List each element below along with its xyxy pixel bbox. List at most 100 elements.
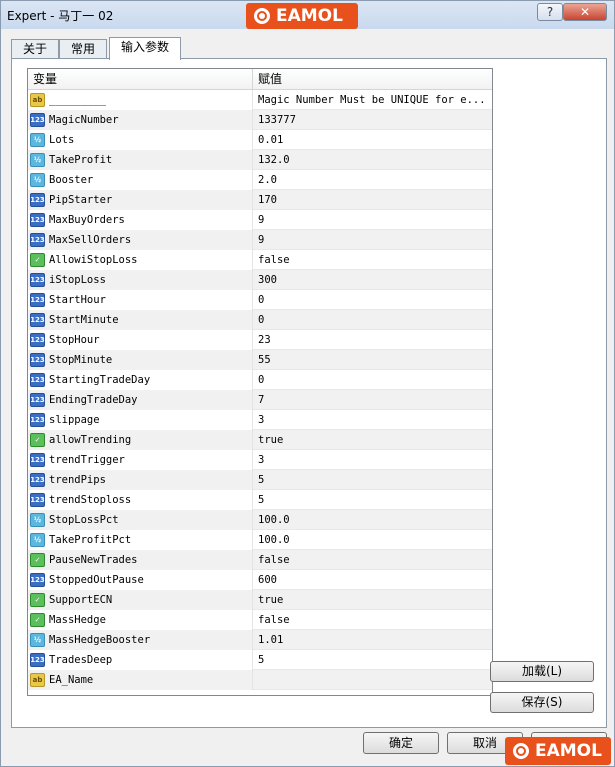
tab-inputs[interactable]: 输入参数 (109, 37, 181, 60)
parameter-value-cell[interactable] (253, 670, 492, 690)
integer-type-icon: 123 (30, 113, 45, 127)
parameter-name: allowTrending (49, 434, 132, 446)
load-button[interactable]: 加载(L) (490, 661, 594, 682)
boolean-type-icon: ✓ (30, 253, 45, 267)
parameter-name-cell: 123 trendStoploss (28, 490, 253, 510)
parameter-value-cell[interactable]: 133777 (253, 110, 492, 130)
parameter-value-cell[interactable]: Magic Number Must be UNIQUE for e... (253, 90, 492, 110)
parameter-value-cell[interactable]: 2.0 (253, 170, 492, 190)
parameter-value-cell[interactable]: 5 (253, 650, 492, 670)
parameter-row[interactable]: 123 MaxBuyOrders 9 (28, 210, 492, 230)
ok-button[interactable]: 确定 (363, 732, 439, 754)
parameter-value-cell[interactable]: 3 (253, 410, 492, 430)
parameter-row[interactable]: 123 MaxSellOrders 9 (28, 230, 492, 250)
parameter-value-cell[interactable]: 132.0 (253, 150, 492, 170)
grid-header: 变量 赋值 (28, 69, 492, 90)
parameter-row[interactable]: ✓ PauseNewTrades false (28, 550, 492, 570)
parameter-row[interactable]: ½ TakeProfitPct 100.0 (28, 530, 492, 550)
parameter-value-cell[interactable]: 0 (253, 290, 492, 310)
parameter-row[interactable]: ✓ allowTrending true (28, 430, 492, 450)
parameter-value-cell[interactable]: 100.0 (253, 510, 492, 530)
parameter-row[interactable]: 123 iStopLoss 300 (28, 270, 492, 290)
parameter-value-cell[interactable]: 3 (253, 450, 492, 470)
integer-type-icon: 123 (30, 473, 45, 487)
parameter-name: iStopLoss (49, 274, 106, 286)
integer-type-icon: 123 (30, 293, 45, 307)
parameter-row[interactable]: 123 StopHour 23 (28, 330, 492, 350)
parameter-row[interactable]: 123 trendStoploss 5 (28, 490, 492, 510)
integer-type-icon: 123 (30, 313, 45, 327)
parameter-value-cell[interactable]: false (253, 550, 492, 570)
title-bar[interactable]: Expert - 马丁一 02 EAMOL ? ✕ (1, 1, 614, 29)
parameter-row[interactable]: 123 TradesDeep 5 (28, 650, 492, 670)
boolean-type-icon: ✓ (30, 613, 45, 627)
double-type-icon: ½ (30, 633, 45, 647)
parameter-row[interactable]: ✓ AllowiStopLoss false (28, 250, 492, 270)
parameter-row[interactable]: ✓ MassHedge false (28, 610, 492, 630)
save-button[interactable]: 保存(S) (490, 692, 594, 713)
parameter-value-cell[interactable]: false (253, 250, 492, 270)
parameter-row[interactable]: 123 EndingTradeDay 7 (28, 390, 492, 410)
parameter-value-cell[interactable]: 0 (253, 310, 492, 330)
parameter-value-cell[interactable]: 300 (253, 270, 492, 290)
parameter-row[interactable]: 123 slippage 3 (28, 410, 492, 430)
parameter-row[interactable]: 123 trendPips 5 (28, 470, 492, 490)
parameter-value-cell[interactable]: 23 (253, 330, 492, 350)
parameter-row[interactable]: 123 StartingTradeDay 0 (28, 370, 492, 390)
parameter-value-cell[interactable]: 600 (253, 570, 492, 590)
parameter-name-cell: 123 MaxBuyOrders (28, 210, 253, 230)
parameter-row[interactable]: 123 trendTrigger 3 (28, 450, 492, 470)
parameter-value-cell[interactable]: 9 (253, 230, 492, 250)
parameter-name-cell: ½ StopLossPct (28, 510, 253, 530)
parameter-name: MagicNumber (49, 114, 119, 126)
parameter-row[interactable]: 123 MagicNumber 133777 (28, 110, 492, 130)
column-header-variable[interactable]: 变量 (28, 69, 253, 89)
parameter-value-cell[interactable]: 100.0 (253, 530, 492, 550)
integer-type-icon: 123 (30, 353, 45, 367)
parameter-name: _________ (49, 94, 106, 106)
parameter-row[interactable]: ½ StopLossPct 100.0 (28, 510, 492, 530)
parameter-row[interactable]: ½ MassHedgeBooster 1.01 (28, 630, 492, 650)
parameter-name-cell: ½ MassHedgeBooster (28, 630, 253, 650)
parameter-value-cell[interactable]: 1.01 (253, 630, 492, 650)
parameter-name-cell: 123 iStopLoss (28, 270, 253, 290)
parameter-value-cell[interactable]: 5 (253, 490, 492, 510)
expert-properties-dialog: Expert - 马丁一 02 EAMOL ? ✕ 关于 常用 输入参数 变量 … (0, 0, 615, 767)
close-button[interactable]: ✕ (563, 3, 607, 21)
tab-common[interactable]: 常用 (59, 39, 107, 59)
parameter-value-cell[interactable]: true (253, 590, 492, 610)
help-button[interactable]: ? (537, 3, 563, 21)
parameter-row[interactable]: 123 StartMinute 0 (28, 310, 492, 330)
parameter-row[interactable]: ½ TakeProfit 132.0 (28, 150, 492, 170)
double-type-icon: ½ (30, 153, 45, 167)
parameter-row[interactable]: ab _________ Magic Number Must be UNIQUE f… (28, 90, 492, 110)
parameter-value-cell[interactable]: true (253, 430, 492, 450)
parameter-row[interactable]: ½ Lots 0.01 (28, 130, 492, 150)
parameter-value-cell[interactable]: 9 (253, 210, 492, 230)
parameter-row[interactable]: 123 PipStarter 170 (28, 190, 492, 210)
tab-about[interactable]: 关于 (11, 39, 59, 59)
integer-type-icon: 123 (30, 193, 45, 207)
parameter-name: TakeProfitPct (49, 534, 132, 546)
parameter-row[interactable]: ½ Booster 2.0 (28, 170, 492, 190)
parameter-row[interactable]: ab EA_Name (28, 670, 492, 690)
eamol-logo: EAMOL (246, 3, 358, 29)
parameter-name-cell: 123 slippage (28, 410, 253, 430)
parameter-value-cell[interactable]: 5 (253, 470, 492, 490)
column-header-value[interactable]: 赋值 (253, 69, 492, 89)
parameter-row[interactable]: ✓ SupportECN true (28, 590, 492, 610)
parameter-row[interactable]: 123 StartHour 0 (28, 290, 492, 310)
parameter-value-cell[interactable]: false (253, 610, 492, 630)
parameters-grid[interactable]: 变量 赋值 ab _________ Magic Number Must be UN… (27, 68, 493, 696)
parameter-row[interactable]: 123 StopMinute 55 (28, 350, 492, 370)
parameter-row[interactable]: 123 StoppedOutPause 600 (28, 570, 492, 590)
parameter-name: MaxBuyOrders (49, 214, 125, 226)
parameter-value-cell[interactable]: 7 (253, 390, 492, 410)
parameter-value-cell[interactable]: 55 (253, 350, 492, 370)
parameter-value-cell[interactable]: 170 (253, 190, 492, 210)
parameter-value-cell[interactable]: 0.01 (253, 130, 492, 150)
parameter-value-cell[interactable]: 0 (253, 370, 492, 390)
parameter-name: trendTrigger (49, 454, 125, 466)
integer-type-icon: 123 (30, 453, 45, 467)
boolean-type-icon: ✓ (30, 433, 45, 447)
